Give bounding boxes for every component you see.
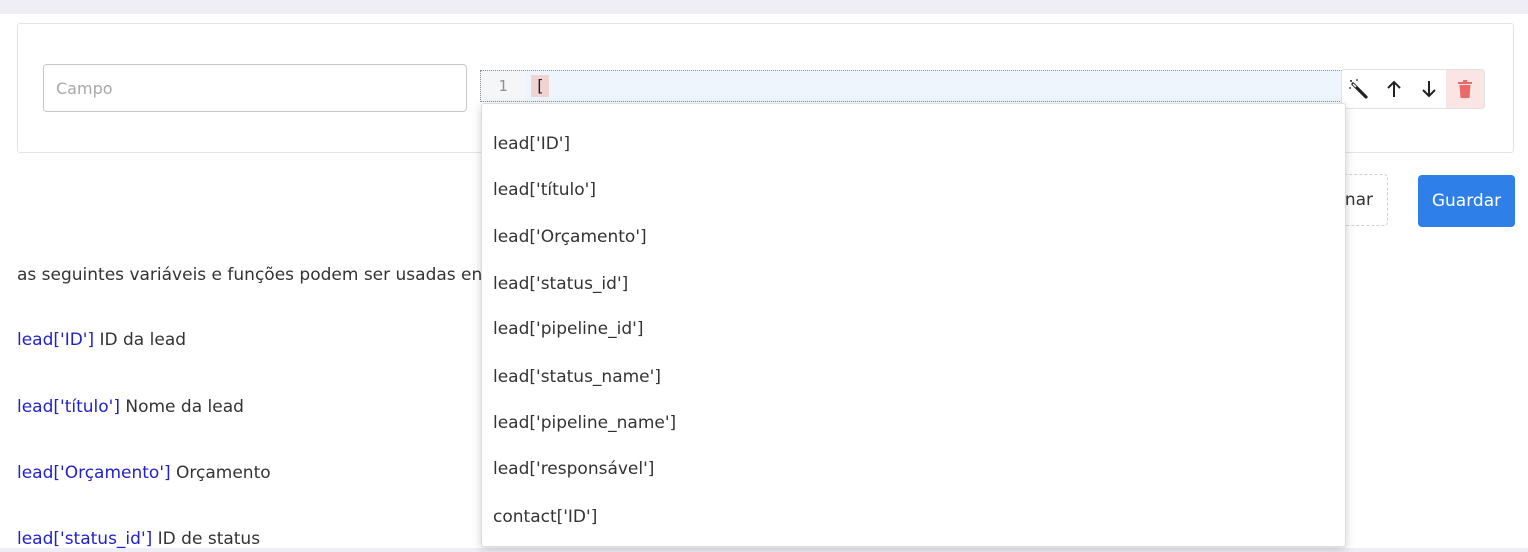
code-editor[interactable]: 1 [ [480,70,1342,102]
help-intro: as seguintes variáveis e funções podem s… [17,265,483,285]
autocomplete-item[interactable]: lead['responsável'] [482,446,1345,492]
variable-desc: Nome da lead [119,397,244,417]
variable-desc: Orçamento [170,463,271,483]
autocomplete-item[interactable]: lead['ID'] [482,121,1345,167]
autocomplete-item[interactable]: lead['título'] [482,167,1345,213]
variable-desc: ID da lead [94,330,187,350]
variable-desc: ID de status [152,529,261,549]
variable-line: lead['status_id'] ID de status [17,529,260,549]
campo-input[interactable] [43,64,467,112]
magic-wand-icon[interactable] [1342,70,1377,108]
autocomplete-dropdown: lead['ID'] lead['título'] lead['Orçament… [481,103,1346,547]
autocomplete-item[interactable]: lead['status_id'] [482,261,1345,307]
variable-name[interactable]: lead['status_id'] [17,529,152,549]
variable-name[interactable]: lead['título'] [17,397,120,417]
variable-line: lead['ID'] ID da lead [17,330,186,350]
autocomplete-item[interactable]: lead['status_name'] [482,354,1345,400]
autocomplete-item[interactable]: lead['pipeline_name'] [482,400,1345,446]
trash-icon[interactable] [1446,70,1484,108]
variable-name[interactable]: lead['Orçamento'] [17,463,171,483]
arrow-up-icon[interactable] [1377,70,1412,108]
variable-name[interactable]: lead['ID'] [17,330,94,350]
line-number: 1 [481,71,525,101]
variable-line: lead['título'] Nome da lead [17,397,244,417]
variable-line: lead['Orçamento'] Orçamento [17,463,271,483]
row-toolbar [1341,69,1485,109]
code-text[interactable]: [ [531,75,549,97]
autocomplete-item[interactable]: lead['pipeline_id'] [482,306,1345,352]
autocomplete-item[interactable]: contact['ID'] [482,494,1345,540]
save-button[interactable]: Guardar [1418,175,1515,227]
autocomplete-item[interactable]: lead['Orçamento'] [482,214,1345,260]
arrow-down-icon[interactable] [1412,70,1447,108]
